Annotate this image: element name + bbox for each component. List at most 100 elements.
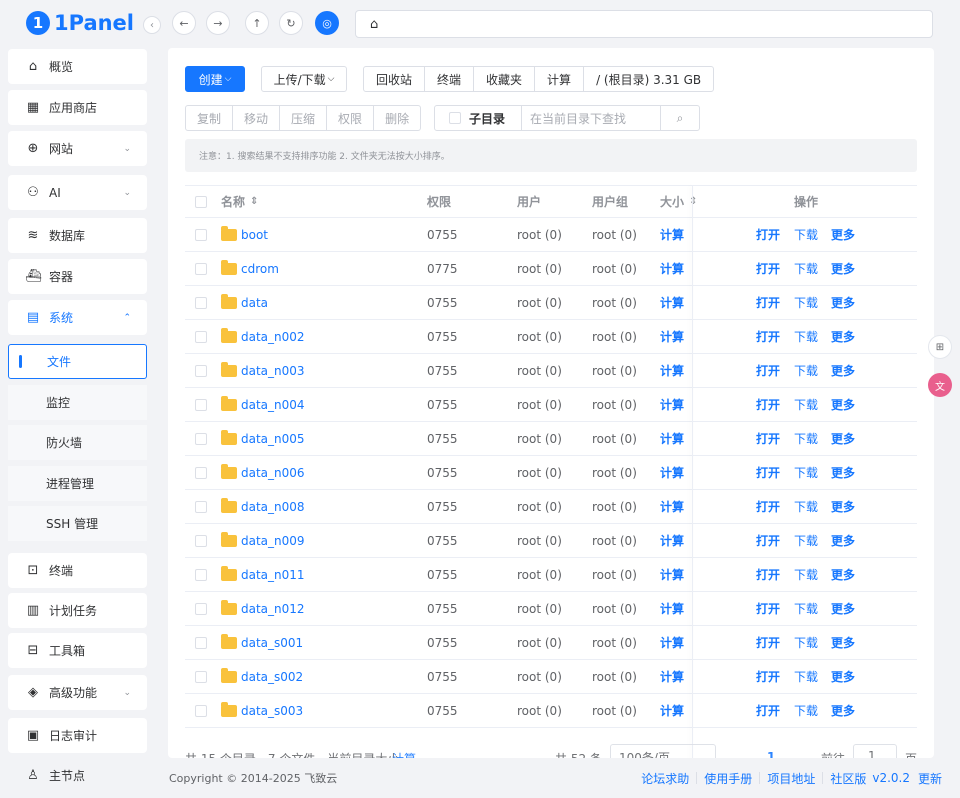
compress-button[interactable]: 压缩: [280, 106, 328, 130]
file-user[interactable]: root (0): [517, 524, 562, 557]
more-link[interactable]: 更多: [831, 252, 855, 285]
row-checkbox[interactable]: [195, 218, 207, 251]
file-name[interactable]: data_n011: [221, 558, 305, 591]
open-link[interactable]: 打开: [756, 660, 780, 693]
file-name[interactable]: data_n004: [221, 388, 305, 421]
download-link[interactable]: 下载: [794, 660, 818, 693]
translate-icon[interactable]: 文: [928, 373, 952, 397]
file-name[interactable]: data_n012: [221, 592, 305, 625]
table-row[interactable]: data_n006 0755 root (0) root (0) 计算 打开 下载 更多: [185, 456, 917, 490]
select-all-checkbox[interactable]: [195, 186, 207, 217]
file-group[interactable]: root (0): [592, 388, 637, 421]
row-checkbox[interactable]: [195, 422, 207, 455]
search-button[interactable]: ⌕: [661, 106, 699, 130]
file-group[interactable]: root (0): [592, 456, 637, 489]
file-user[interactable]: root (0): [517, 626, 562, 659]
more-link[interactable]: 更多: [831, 456, 855, 489]
logo[interactable]: 1 1Panel: [26, 8, 134, 38]
row-checkbox[interactable]: [195, 286, 207, 319]
more-link[interactable]: 更多: [831, 660, 855, 693]
more-link[interactable]: 更多: [831, 694, 855, 727]
sidebar-item-toolbox[interactable]: ⊟ 工具箱: [8, 633, 147, 668]
file-name[interactable]: data_s001: [221, 626, 303, 659]
file-name[interactable]: boot: [221, 218, 268, 251]
download-link[interactable]: 下载: [794, 694, 818, 727]
file-permission[interactable]: 0755: [427, 218, 458, 251]
file-permission[interactable]: 0755: [427, 592, 458, 625]
row-checkbox[interactable]: [195, 524, 207, 557]
download-link[interactable]: 下载: [794, 626, 818, 659]
file-user[interactable]: root (0): [517, 286, 562, 319]
file-name[interactable]: data_n006: [221, 456, 305, 489]
file-permission[interactable]: 0755: [427, 320, 458, 353]
file-permission[interactable]: 0755: [427, 456, 458, 489]
sidebar-item-terminal[interactable]: ⊡ 终端: [8, 553, 147, 588]
hide-files-toggle[interactable]: ◎: [315, 11, 339, 35]
calc-size-link[interactable]: 计算: [660, 456, 684, 489]
sidebar-item-logs[interactable]: ▣ 日志审计: [8, 718, 147, 753]
file-user[interactable]: root (0): [517, 218, 562, 251]
file-user[interactable]: root (0): [517, 592, 562, 625]
table-row[interactable]: data_n002 0755 root (0) root (0) 计算 打开 下载 更多: [185, 320, 917, 354]
table-row[interactable]: data 0755 root (0) root (0) 计算 打开 下载 更多: [185, 286, 917, 320]
open-link[interactable]: 打开: [756, 558, 780, 591]
file-user[interactable]: root (0): [517, 388, 562, 421]
sidebar-subitem-monitor[interactable]: 监控: [8, 385, 147, 420]
file-group[interactable]: root (0): [592, 490, 637, 523]
table-row[interactable]: data_n008 0755 root (0) root (0) 计算 打开 下载 更多: [185, 490, 917, 524]
footer-link-forum[interactable]: 论坛求助: [641, 770, 689, 787]
pager-calc-link[interactable]: 计算: [392, 750, 416, 758]
more-link[interactable]: 更多: [831, 388, 855, 421]
forward-button[interactable]: →: [206, 11, 230, 35]
download-link[interactable]: 下载: [794, 354, 818, 387]
more-link[interactable]: 更多: [831, 592, 855, 625]
calc-size-link[interactable]: 计算: [660, 354, 684, 387]
download-link[interactable]: 下载: [794, 320, 818, 353]
row-checkbox[interactable]: [195, 320, 207, 353]
open-link[interactable]: 打开: [756, 252, 780, 285]
row-checkbox[interactable]: [195, 456, 207, 489]
file-user[interactable]: root (0): [517, 558, 562, 591]
download-link[interactable]: 下载: [794, 422, 818, 455]
file-name[interactable]: data_n003: [221, 354, 305, 387]
download-link[interactable]: 下载: [794, 456, 818, 489]
sidebar-item-overview[interactable]: ⌂ 概览: [8, 49, 147, 84]
file-group[interactable]: root (0): [592, 354, 637, 387]
file-permission[interactable]: 0755: [427, 558, 458, 591]
calc-size-link[interactable]: 计算: [660, 286, 684, 319]
download-link[interactable]: 下载: [794, 558, 818, 591]
more-link[interactable]: 更多: [831, 626, 855, 659]
file-name[interactable]: cdrom: [221, 252, 279, 285]
search-input[interactable]: 在当前目录下查找: [522, 106, 661, 130]
row-checkbox[interactable]: [195, 660, 207, 693]
open-link[interactable]: 打开: [756, 388, 780, 421]
download-link[interactable]: 下载: [794, 218, 818, 251]
sidebar-subitem-ssh[interactable]: SSH 管理: [8, 506, 147, 541]
file-name[interactable]: data_s003: [221, 694, 303, 727]
subdir-checkbox[interactable]: [449, 112, 461, 124]
file-group[interactable]: root (0): [592, 286, 637, 319]
file-name[interactable]: data_s002: [221, 660, 303, 693]
file-permission[interactable]: 0755: [427, 388, 458, 421]
open-link[interactable]: 打开: [756, 286, 780, 319]
file-name[interactable]: data: [221, 286, 268, 319]
file-group[interactable]: root (0): [592, 592, 637, 625]
file-group[interactable]: root (0): [592, 320, 637, 353]
home-icon[interactable]: ⌂: [370, 17, 378, 32]
open-link[interactable]: 打开: [756, 354, 780, 387]
download-link[interactable]: 下载: [794, 524, 818, 557]
table-row[interactable]: data_s002 0755 root (0) root (0) 计算 打开 下载 更多: [185, 660, 917, 694]
up-button[interactable]: ↑: [245, 11, 269, 35]
sidebar-item-database[interactable]: ≋ 数据库: [8, 218, 147, 253]
open-link[interactable]: 打开: [756, 422, 780, 455]
more-link[interactable]: 更多: [831, 218, 855, 251]
sidebar-item-container[interactable]: ⛴ 容器: [8, 259, 147, 294]
subdir-toggle[interactable]: 子目录: [435, 106, 522, 130]
calc-size-link[interactable]: 计算: [660, 320, 684, 353]
row-checkbox[interactable]: [195, 694, 207, 727]
pager-goto-input[interactable]: 1: [853, 744, 897, 758]
file-user[interactable]: root (0): [517, 320, 562, 353]
qrcode-icon[interactable]: ⊞: [928, 335, 952, 359]
more-link[interactable]: 更多: [831, 320, 855, 353]
table-row[interactable]: data_s001 0755 root (0) root (0) 计算 打开 下载 更多: [185, 626, 917, 660]
